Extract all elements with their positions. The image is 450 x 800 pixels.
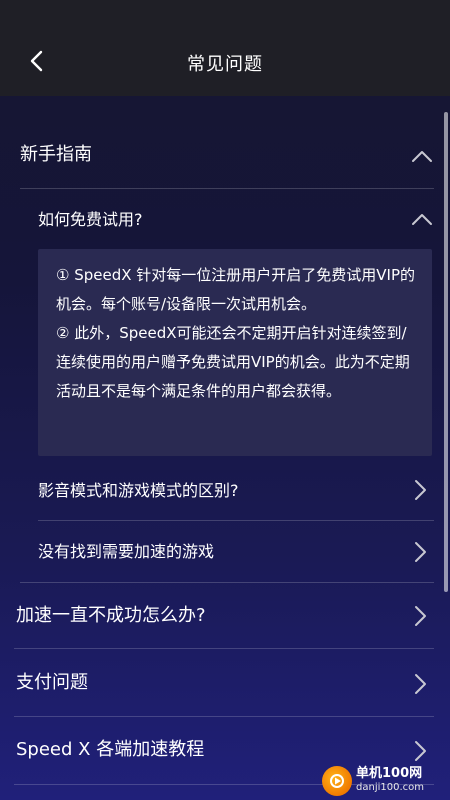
chevron-right-icon xyxy=(415,542,426,562)
faq-screen: 常见问题 新手指南 如何免费试用? ① SpeedX 针对每一位注册用户开启了免… xyxy=(0,0,450,800)
faq-list: 新手指南 如何免费试用? ① SpeedX 针对每一位注册用户开启了免费试用VI… xyxy=(0,96,450,800)
divider xyxy=(14,648,434,649)
section-label: 新手指南 xyxy=(20,144,92,165)
section-header-beginner-guide[interactable]: 新手指南 xyxy=(20,138,440,168)
watermark-text: 单机100网 danji100.com xyxy=(356,767,424,795)
answer-paragraph: ① SpeedX 针对每一位注册用户开启了免费试用VIP的机会。每个账号/设备限… xyxy=(56,266,416,313)
section-label: 加速一直不成功怎么办? xyxy=(16,605,206,626)
scrollbar[interactable] xyxy=(444,112,448,592)
chevron-right-icon xyxy=(415,674,426,694)
question-game-not-found[interactable]: 没有找到需要加速的游戏 xyxy=(38,535,438,565)
answer-panel: ① SpeedX 针对每一位注册用户开启了免费试用VIP的机会。每个账号/设备限… xyxy=(38,249,432,456)
question-label: 如何免费试用? xyxy=(38,210,143,229)
section-label: Speed X 各端加速教程 xyxy=(16,739,205,760)
divider xyxy=(20,582,434,583)
section-header-tutorials[interactable]: Speed X 各端加速教程 xyxy=(16,733,436,763)
chevron-right-icon xyxy=(415,606,426,626)
watermark: 单机100网 danji100.com xyxy=(322,764,450,798)
chevron-up-icon xyxy=(412,151,432,162)
chevron-right-icon xyxy=(415,480,426,500)
question-label: 没有找到需要加速的游戏 xyxy=(38,542,215,561)
section-header-payment[interactable]: 支付问题 xyxy=(16,666,436,696)
chevron-up-icon xyxy=(412,214,432,225)
section-label: 支付问题 xyxy=(16,672,88,693)
watermark-logo-icon xyxy=(322,766,352,796)
question-free-trial[interactable]: 如何免费试用? xyxy=(38,203,438,233)
watermark-url: danji100.com xyxy=(356,782,424,793)
question-label: 影音模式和游戏模式的区别? xyxy=(38,481,239,500)
divider xyxy=(20,188,434,189)
watermark-name: 单机100网 xyxy=(356,766,423,781)
page-title: 常见问题 xyxy=(187,54,263,75)
divider xyxy=(14,716,434,717)
chevron-right-icon xyxy=(415,741,426,761)
section-header-acceleration-failed[interactable]: 加速一直不成功怎么办? xyxy=(16,599,436,629)
header-bar: 常见问题 xyxy=(0,0,450,96)
answer-paragraph: ② 此外，SpeedX可能还会不定期开启针对连续签到/连续使用的用户赠予免费试用… xyxy=(56,324,410,400)
question-mode-difference[interactable]: 影音模式和游戏模式的区别? xyxy=(38,474,438,504)
divider xyxy=(38,520,434,521)
